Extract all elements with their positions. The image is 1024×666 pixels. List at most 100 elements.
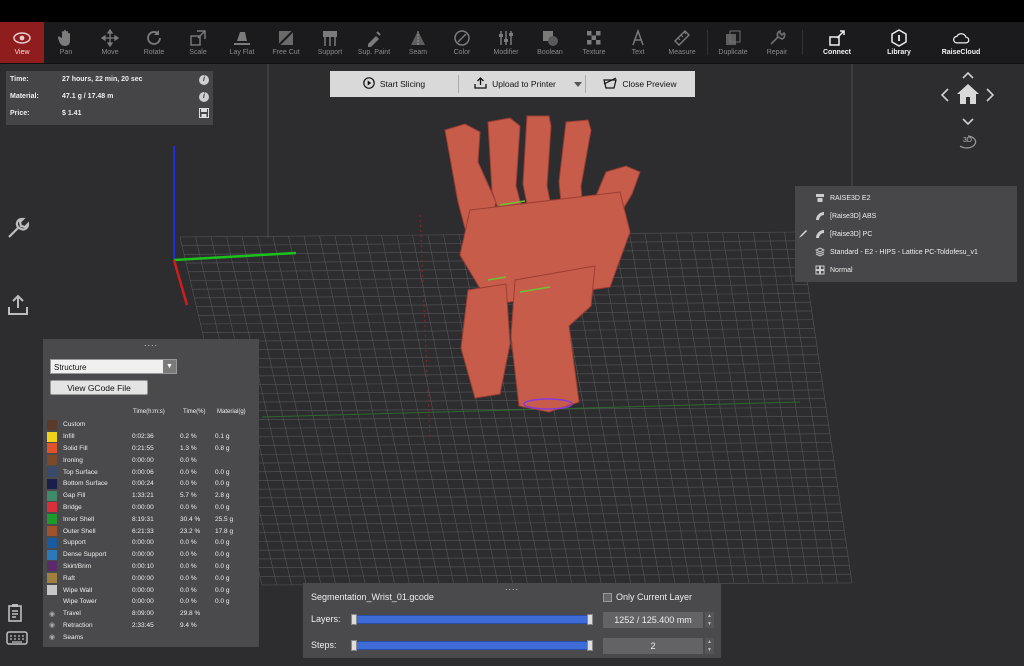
eye-icon[interactable]: ◉ — [47, 610, 57, 618]
steps-slider[interactable] — [351, 640, 593, 651]
right-extruder-row[interactable]: [Raise3D] PC — [795, 225, 1017, 243]
tool-repair[interactable]: Repair — [755, 22, 799, 63]
tool-library[interactable]: Library — [868, 22, 930, 63]
chevron-right-icon[interactable] — [986, 88, 995, 107]
layers-icon — [815, 247, 825, 257]
color-swatch[interactable] — [47, 455, 57, 466]
travel-trace — [419, 214, 431, 441]
tool-sup-paint[interactable]: Sup. Paint — [352, 22, 396, 63]
steps-slider-low-thumb[interactable] — [351, 640, 357, 651]
free-cut-icon — [277, 29, 295, 46]
panel-drag-handle[interactable]: .... — [43, 339, 259, 349]
tool-measure[interactable]: Measure — [660, 22, 704, 63]
upload-to-printer-button[interactable]: Upload to Printer — [459, 71, 571, 97]
feature-time: 0:00:00 — [132, 586, 154, 594]
eye-icon — [13, 29, 31, 46]
view-3d-icon[interactable]: 3D — [956, 132, 980, 152]
color-swatch[interactable] — [47, 573, 57, 584]
tool-texture[interactable]: Texture — [572, 22, 616, 63]
tool-scale[interactable]: Scale — [176, 22, 220, 63]
color-swatch[interactable] — [47, 549, 57, 560]
steps-spinner[interactable]: ▲ ▼ — [705, 638, 714, 654]
color-swatch[interactable] — [47, 443, 57, 454]
color-swatch[interactable] — [47, 490, 57, 501]
only-current-layer-checkbox[interactable]: Only Current Layer — [603, 592, 692, 602]
feature-time: 0:00:10 — [132, 562, 154, 570]
texture-icon — [585, 29, 603, 46]
tool-view[interactable]: View — [0, 22, 44, 63]
clipboard-icon[interactable] — [6, 603, 28, 623]
start-slicing-button[interactable]: Start Slicing — [330, 71, 458, 97]
tool-color[interactable]: Color — [440, 22, 484, 63]
feature-row: Solid Fill 0:21:55 1.3 % 0.8 g — [47, 443, 257, 455]
machine-row[interactable]: RAISE3D E2 — [795, 189, 1017, 207]
feature-time: 0:00:00 — [132, 574, 154, 582]
color-swatch[interactable] — [47, 537, 57, 548]
chevron-down-icon[interactable] — [962, 113, 974, 131]
save-icon[interactable] — [199, 107, 209, 120]
view-gcode-file-button[interactable]: View GCode File — [50, 380, 148, 395]
feature-percent: 0.0 % — [180, 586, 197, 594]
mode-row[interactable]: Normal — [795, 261, 1017, 279]
chevron-left-icon[interactable] — [940, 88, 949, 107]
tool-label: Measure — [668, 49, 696, 56]
color-swatch[interactable] — [47, 561, 57, 572]
tool-move[interactable]: Move — [88, 22, 132, 63]
steps-value-field[interactable]: 2 — [603, 638, 703, 654]
slice-info-panel: Time: 27 hours, 22 min, 20 sec i Materia… — [6, 71, 213, 125]
tool-modifier[interactable]: Modifier — [484, 22, 528, 63]
layers-slider-high-thumb[interactable] — [587, 614, 593, 625]
left-extruder-row[interactable]: [Raise3D] ABS — [795, 207, 1017, 225]
tool-rotate[interactable]: Rotate — [132, 22, 176, 63]
color-swatch[interactable] — [47, 585, 57, 596]
tool-boolean[interactable]: Boolean — [528, 22, 572, 63]
color-swatch[interactable] — [47, 467, 57, 478]
home-icon[interactable] — [956, 83, 980, 110]
structure-select[interactable]: Structure ▼ — [50, 359, 177, 374]
color-swatch[interactable] — [47, 597, 57, 607]
feature-row: ◉ Travel 8:09:00 29.8 % — [47, 608, 257, 620]
chevron-up-icon[interactable] — [962, 66, 974, 84]
color-swatch[interactable] — [47, 502, 57, 513]
main-toolbar: View Pan Move Rotate Scale Lay Flat Free… — [0, 22, 1024, 64]
tool-duplicate[interactable]: Duplicate — [711, 22, 755, 63]
profile-row[interactable]: Standard - E2 - HIPS - Lattice PC-Toldof… — [795, 243, 1017, 261]
hand-icon — [57, 29, 75, 46]
toolbar-divider — [707, 30, 708, 55]
tool-connect[interactable]: Connect — [806, 22, 868, 63]
tool-label: Duplicate — [718, 49, 748, 56]
eye-icon[interactable]: ◉ — [47, 633, 57, 641]
color-swatch[interactable] — [47, 419, 57, 430]
steps-slider-high-thumb[interactable] — [587, 640, 593, 651]
color-swatch[interactable] — [47, 478, 57, 489]
tool-lay-flat[interactable]: Lay Flat — [220, 22, 264, 63]
upload-dropdown-button[interactable] — [571, 71, 585, 97]
layers-spinner[interactable]: ▲ ▼ — [705, 612, 714, 628]
layers-slider-low-thumb[interactable] — [351, 614, 357, 625]
color-swatch[interactable] — [47, 514, 57, 525]
feature-percent: 5.7 % — [180, 492, 197, 500]
close-preview-button[interactable]: Close Preview — [586, 71, 694, 97]
layers-value-field[interactable]: 1252 / 125.400 mm — [603, 612, 703, 628]
tool-seam[interactable]: Seam — [396, 22, 440, 63]
title-bar — [0, 0, 1024, 22]
feature-name: Solid Fill — [63, 444, 88, 452]
feature-time: 2:33:45 — [132, 621, 154, 629]
move-icon — [101, 28, 119, 47]
wrench-icon[interactable] — [6, 216, 30, 240]
measure-icon — [673, 29, 691, 46]
layers-slider[interactable] — [351, 614, 593, 625]
tool-text[interactable]: Text — [616, 22, 660, 63]
export-icon[interactable] — [6, 293, 30, 317]
feature-percent: 0.0 % — [180, 503, 197, 511]
tool-support[interactable]: Support — [308, 22, 352, 63]
color-swatch[interactable] — [47, 431, 57, 442]
color-swatch[interactable] — [47, 526, 57, 537]
tool-free-cut[interactable]: Free Cut — [264, 22, 308, 63]
tool-pan[interactable]: Pan — [44, 22, 88, 63]
keyboard-icon[interactable] — [6, 630, 28, 650]
tool-raisecloud[interactable]: RaiseCloud — [930, 22, 992, 63]
eye-icon[interactable]: ◉ — [47, 621, 57, 629]
info-icon[interactable]: i — [199, 91, 209, 102]
info-icon[interactable]: i — [199, 74, 209, 85]
